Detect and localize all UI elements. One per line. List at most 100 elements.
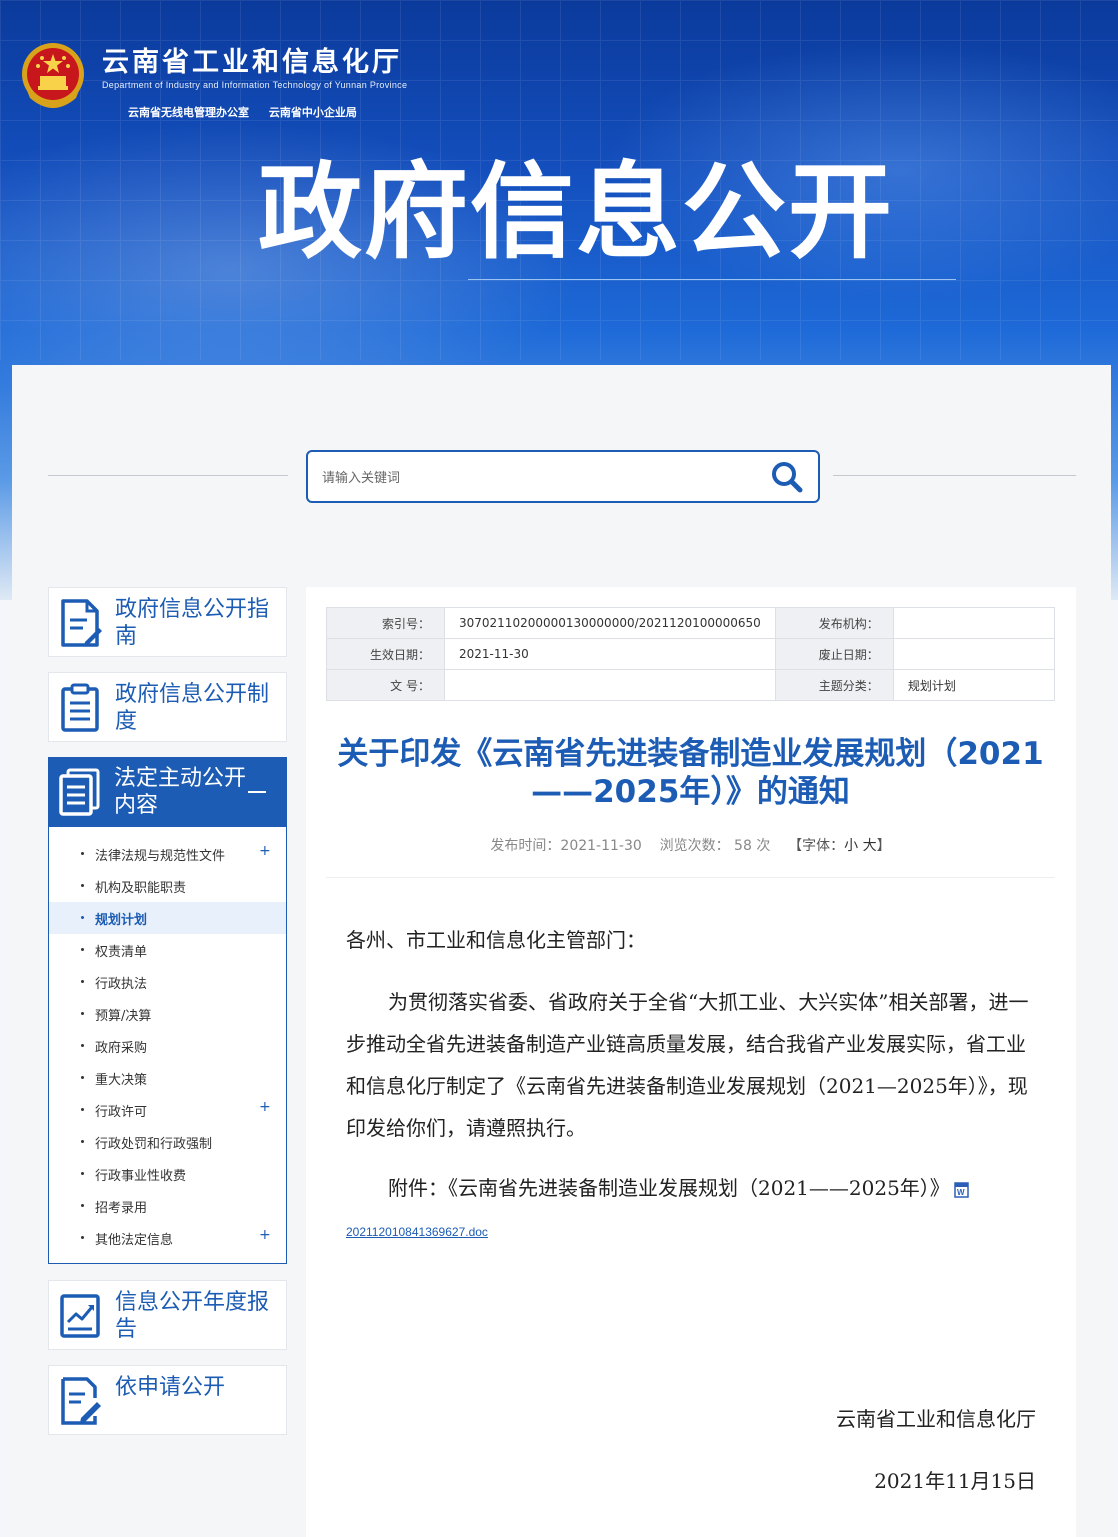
- submenu-item-penalties[interactable]: 行政处罚和行政强制: [49, 1126, 286, 1158]
- submenu-item-label: 行政执法: [95, 977, 148, 992]
- submenu-item-laws[interactable]: 法律法规与规范性文件 +: [49, 838, 286, 870]
- sidebar-card-label: 依申请公开: [115, 1375, 226, 1400]
- article-title: 关于印发《云南省先进装备制造业发展规划（2021 ——2025年）》的通知: [326, 735, 1055, 811]
- views-count: 58: [734, 838, 752, 854]
- publish-label: 发布时间：: [490, 838, 561, 854]
- submenu-item-planning[interactable]: 规划计划: [49, 902, 286, 934]
- views-unit: 次: [756, 838, 771, 854]
- submenu-item-fees[interactable]: 行政事业性收费: [49, 1158, 286, 1190]
- sidebar-card-active-content[interactable]: 法定主动公开内容: [48, 757, 287, 827]
- bullet-icon: [81, 1236, 84, 1239]
- link-sme-bureau[interactable]: 云南省中小企业局: [269, 106, 357, 119]
- guide-doc-icon: [61, 599, 102, 647]
- docs-stack-icon: [59, 768, 100, 816]
- publish-time: 2021-11-30: [560, 838, 642, 854]
- hero-underline: [468, 279, 956, 280]
- font-large-button[interactable]: 大: [863, 838, 877, 854]
- attachment-download-link[interactable]: 202112010841369627.doc: [346, 1225, 488, 1239]
- sidebar-card-label: 政府信息公开制度: [115, 682, 270, 734]
- bullet-icon: [81, 916, 84, 919]
- bullet-icon: [81, 948, 84, 951]
- collapse-icon[interactable]: [248, 791, 266, 793]
- submenu-item-label: 规划计划: [95, 913, 148, 928]
- article-meta: 发布时间：2021-11-30 浏览次数： 58 次 【字体：小 大】: [326, 835, 1055, 855]
- header-links: 云南省无线电管理办公室 云南省中小企业局: [128, 104, 373, 120]
- meta-key: 废止日期：: [774, 638, 894, 670]
- submenu-item-label: 行政处罚和行政强制: [95, 1137, 213, 1152]
- edit-doc-icon: [61, 1377, 101, 1425]
- submenu-item-label: 机构及职能职责: [95, 881, 187, 896]
- submenu-item-licensing[interactable]: 行政许可 +: [49, 1094, 286, 1126]
- submenu-item-budget[interactable]: 预算/决算: [49, 998, 286, 1030]
- submenu-item-enforcement[interactable]: 行政执法: [49, 966, 286, 998]
- svg-text:W: W: [957, 1188, 965, 1197]
- site-title[interactable]: 云南省工业和信息化厅: [102, 40, 402, 79]
- bullet-icon: [81, 980, 84, 983]
- divider-line: [326, 877, 1055, 878]
- search-input[interactable]: [322, 465, 742, 489]
- sidebar-card-system[interactable]: 政府信息公开制度: [48, 672, 287, 742]
- submenu-item-label: 行政事业性收费: [95, 1169, 187, 1184]
- sidebar-card-apply[interactable]: 依申请公开: [48, 1365, 287, 1435]
- signature-date: 2021年11月15日: [874, 1469, 1036, 1493]
- expand-plus-icon[interactable]: +: [259, 1099, 271, 1115]
- submenu-item-other[interactable]: 其他法定信息 +: [49, 1222, 286, 1254]
- word-doc-icon[interactable]: W: [954, 1181, 970, 1198]
- meta-key: 索引号：: [326, 607, 445, 639]
- sidebar-card-label: 政府信息公开指南: [115, 597, 270, 649]
- submenu-item-label: 行政许可: [95, 1105, 148, 1120]
- submenu-item-label: 权责清单: [95, 945, 148, 960]
- expand-plus-icon[interactable]: +: [259, 843, 271, 859]
- submenu-item-label: 政府采购: [95, 1041, 148, 1056]
- meta-value: 2021-11-30: [444, 638, 776, 670]
- divider-line: [48, 475, 288, 476]
- font-small-button[interactable]: 小: [844, 838, 858, 854]
- bullet-icon: [81, 1044, 84, 1047]
- bullet-icon: [81, 1172, 84, 1175]
- submenu-item-label: 招考录用: [95, 1201, 148, 1216]
- sidebar-card-annual-report[interactable]: 信息公开年度报告: [48, 1280, 287, 1350]
- chart-report-icon: [60, 1294, 100, 1338]
- meta-key: 文 号：: [326, 669, 445, 701]
- bullet-icon: [81, 1012, 84, 1015]
- meta-key: 主题分类：: [774, 669, 894, 701]
- article-title-line: 关于印发《云南省先进装备制造业发展规划（2021: [337, 736, 1044, 772]
- submenu-item-recruitment[interactable]: 招考录用: [49, 1190, 286, 1222]
- signature-org: 云南省工业和信息化厅: [836, 1407, 1036, 1431]
- submenu-item-institutions[interactable]: 机构及职能职责: [49, 870, 286, 902]
- bullet-icon: [81, 852, 84, 855]
- article-container: 索引号： 30702110200000130000000/20211201000…: [306, 587, 1076, 1537]
- search-icon[interactable]: [770, 460, 804, 494]
- page-hero-title: 政府信息公开: [258, 151, 895, 273]
- bullet-icon: [81, 1204, 84, 1207]
- attachment-text: 附件：《云南省先进装备制造业发展规划（2021——2025年）》: [388, 1176, 950, 1200]
- search-box: [306, 450, 820, 503]
- submenu-item-label: 预算/决算: [95, 1009, 152, 1024]
- article-attachment: 附件：《云南省先进装备制造业发展规划（2021——2025年）》 W: [346, 1167, 1036, 1209]
- sidebar-card-guide[interactable]: 政府信息公开指南: [48, 587, 287, 657]
- submenu-item-label: 其他法定信息: [95, 1233, 174, 1248]
- expand-plus-icon[interactable]: +: [259, 1227, 271, 1243]
- link-radio-office[interactable]: 云南省无线电管理办公室: [128, 106, 249, 119]
- metadata-table: 索引号： 30702110200000130000000/20211201000…: [326, 607, 1056, 701]
- submenu-item-decisions[interactable]: 重大决策: [49, 1062, 286, 1094]
- article-paragraph: 为贯彻落实省委、省政府关于全省“大抓工业、大兴实体”相关部署，进一步推动全省先进…: [346, 990, 1029, 1140]
- sidebar-submenu: 法律法规与规范性文件 + 机构及职能职责 规划计划 权责清单 行政执法 预算/决…: [48, 827, 287, 1264]
- meta-value: [892, 607, 1056, 639]
- submenu-item-procurement[interactable]: 政府采购: [49, 1030, 286, 1062]
- meta-value: 30702110200000130000000/2021120100000650: [444, 607, 776, 639]
- font-size-label-close: 】: [876, 838, 891, 854]
- bullet-icon: [81, 884, 84, 887]
- article-title-line: ——2025年）》的通知: [531, 774, 850, 810]
- national-emblem-icon[interactable]: [18, 40, 88, 112]
- meta-value: [892, 638, 1056, 670]
- font-size-label: 【字体：: [788, 838, 845, 854]
- views-label: 浏览次数：: [659, 838, 730, 854]
- submenu-item-label: 法律法规与规范性文件: [95, 849, 226, 864]
- site-subtitle-en: Department of Industry and Information T…: [102, 80, 408, 90]
- submenu-item-label: 重大决策: [95, 1073, 148, 1088]
- meta-key: 生效日期：: [326, 638, 445, 670]
- divider-line: [833, 475, 1076, 476]
- submenu-item-powers[interactable]: 权责清单: [49, 934, 286, 966]
- bullet-icon: [81, 1076, 84, 1079]
